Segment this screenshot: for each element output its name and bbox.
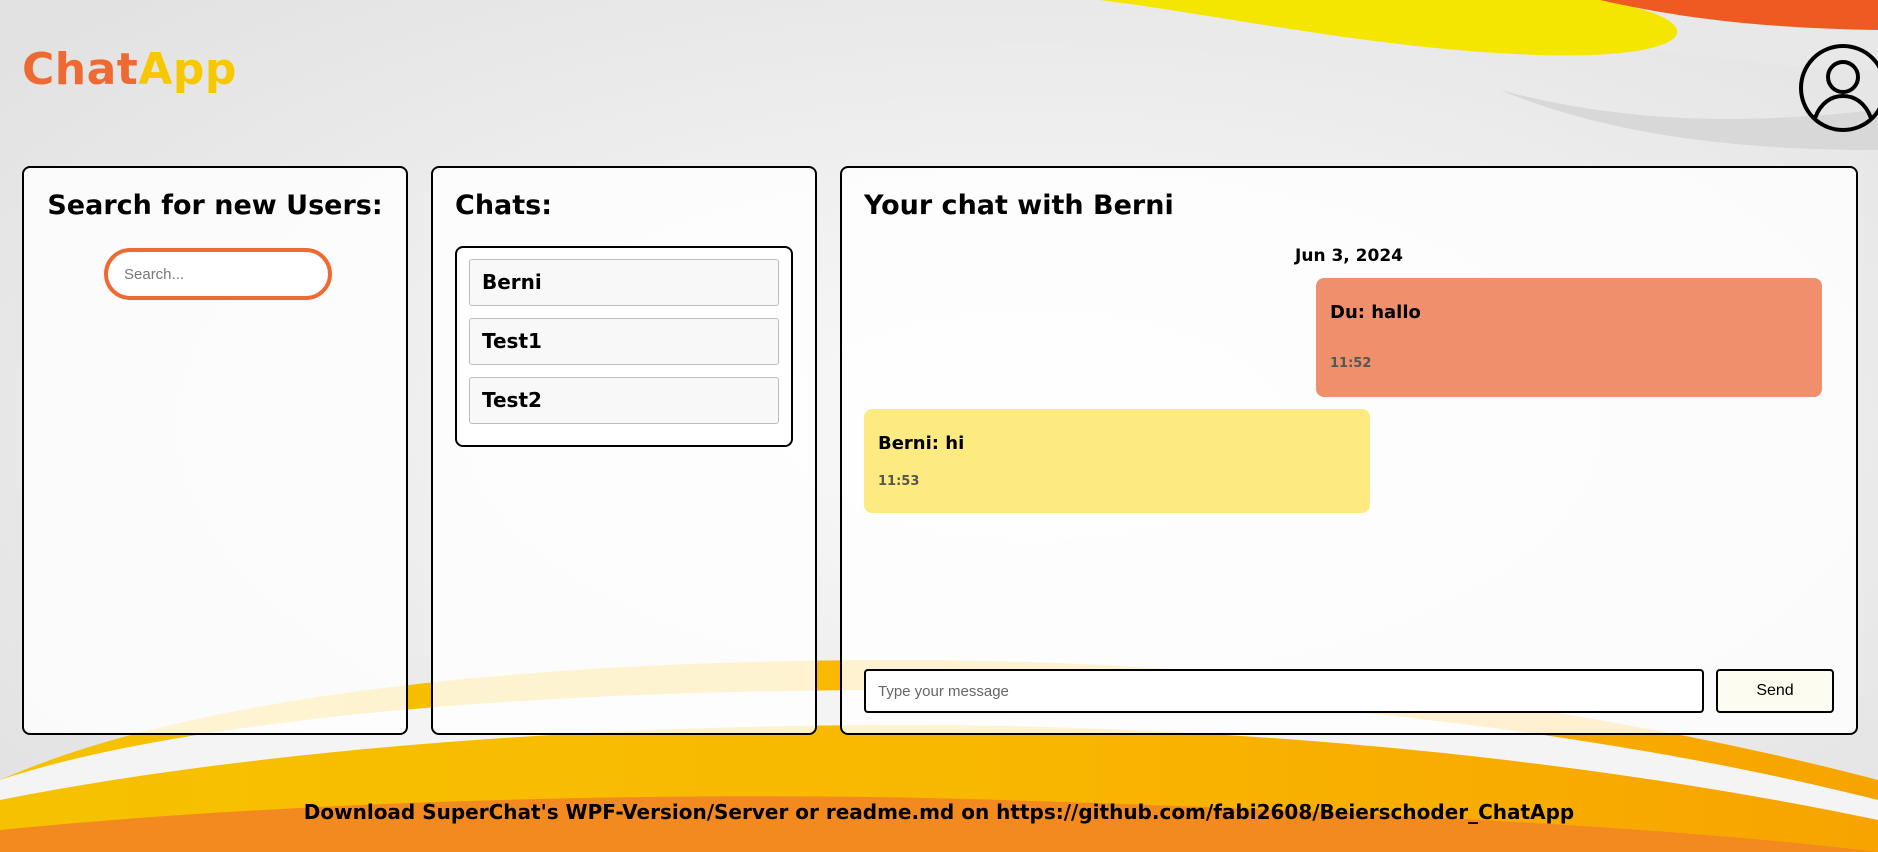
message-outgoing: Du: hallo 11:52 <box>1316 278 1822 397</box>
chats-panel-title: Chats: <box>455 190 553 221</box>
chats-panel: Chats: Berni Test1 Test2 <box>431 166 817 735</box>
chat-conversation-panel: Your chat with Berni Jun 3, 2024 Du: hal… <box>840 166 1858 735</box>
chat-list-item-test2[interactable]: Test2 <box>469 377 779 424</box>
logo-text-chat: Chat <box>22 44 139 95</box>
user-profile-button[interactable] <box>1799 44 1878 132</box>
message-input[interactable] <box>864 669 1704 713</box>
search-users-panel: Search for new Users: <box>22 166 408 735</box>
message-time: 11:52 <box>1330 356 1372 371</box>
message-date-separator: Jun 3, 2024 <box>1295 246 1403 266</box>
user-circle-icon <box>1799 44 1878 132</box>
message-text: Berni: hi <box>878 433 965 454</box>
message-incoming: Berni: hi 11:53 <box>864 409 1370 513</box>
chat-list: Berni Test1 Test2 <box>455 246 793 447</box>
logo-text-app: App <box>138 44 237 95</box>
chat-list-item-berni[interactable]: Berni <box>469 259 779 306</box>
search-input[interactable] <box>104 248 332 300</box>
send-button[interactable]: Send <box>1716 669 1834 713</box>
footer-download-text: Download SuperChat's WPF-Version/Server … <box>303 800 1575 824</box>
search-panel-title: Search for new Users: <box>47 190 383 221</box>
message-text: Du: hallo <box>1330 302 1421 323</box>
chat-list-item-test1[interactable]: Test1 <box>469 318 779 365</box>
message-time: 11:53 <box>878 474 920 489</box>
chat-title: Your chat with Berni <box>864 190 1174 221</box>
app-logo: ChatApp <box>22 44 237 95</box>
